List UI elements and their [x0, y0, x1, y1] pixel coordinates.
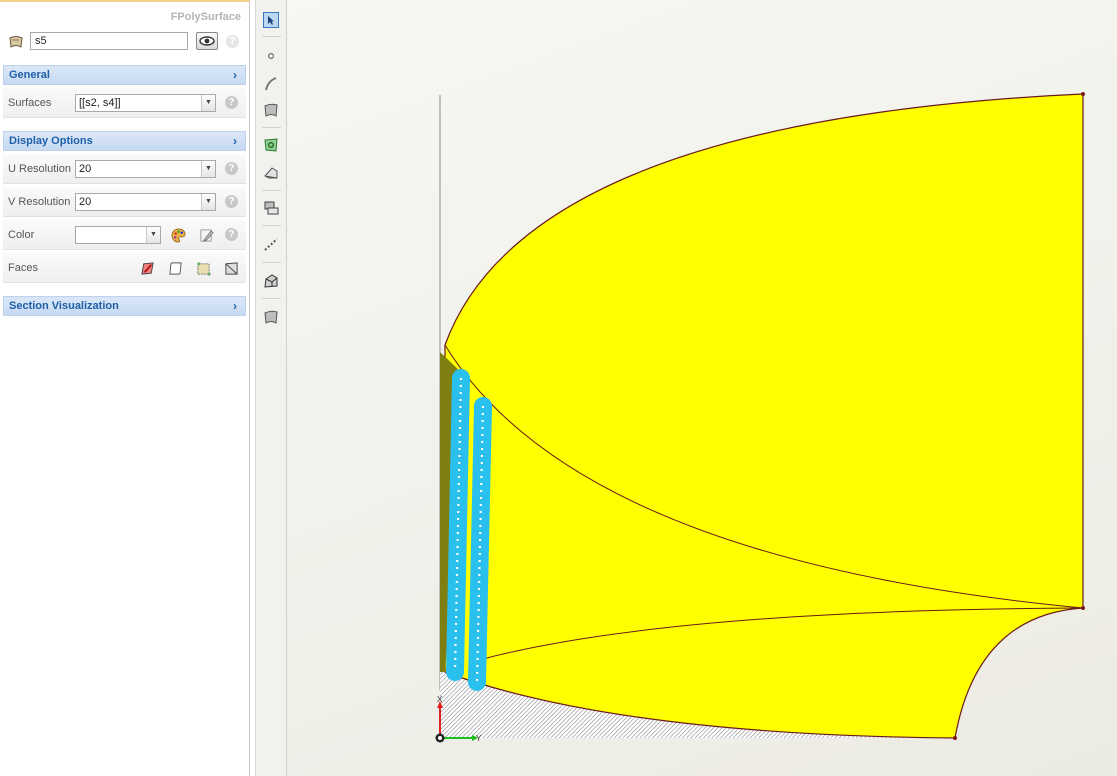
polysurface-icon — [9, 36, 23, 48]
vertical-toolbar — [255, 0, 287, 776]
help-icon[interactable]: ? — [226, 35, 239, 48]
dropdown-arrow-icon[interactable]: ▼ — [201, 161, 215, 177]
help-icon[interactable]: ? — [225, 96, 238, 109]
color-palette-icon[interactable] — [171, 228, 186, 243]
extrude-surface-icon[interactable] — [263, 165, 279, 181]
axis-x-label: X — [437, 695, 443, 704]
face-split-icon[interactable] — [224, 261, 239, 276]
object-name-input[interactable]: s5 — [30, 32, 188, 50]
vertex[interactable] — [953, 736, 957, 740]
surfaces-label: Surfaces — [8, 97, 52, 109]
viewport-canvas: X Y — [435, 92, 1085, 743]
toolbar-separator — [262, 298, 281, 299]
vertex[interactable] — [1081, 92, 1085, 96]
dropdown-arrow-icon[interactable]: ▼ — [146, 227, 160, 243]
toolbar-separator — [262, 262, 281, 263]
3d-viewport[interactable]: X Y — [287, 0, 1117, 776]
section-line-right[interactable] — [468, 397, 492, 691]
v-resolution-value: 20 — [79, 196, 92, 208]
section-general-title: General — [9, 69, 50, 81]
face-outline-icon[interactable] — [168, 261, 183, 276]
toolbar-separator — [262, 36, 281, 37]
select-arrow-icon[interactable] — [263, 12, 279, 28]
section-general[interactable]: General › — [3, 65, 246, 85]
section-section-visualization[interactable]: Section Visualization › — [3, 296, 246, 316]
yellow-surface[interactable] — [444, 93, 1084, 739]
surfaces-value: [[s2, s4]] — [79, 97, 121, 109]
property-panel: FPolySurface s5 ? General › Surfaces [[s… — [0, 0, 250, 776]
object-type-label: FPolySurface — [170, 11, 241, 23]
object-name-row: s5 ? — [8, 32, 244, 52]
dashed-line-icon[interactable] — [263, 236, 279, 252]
v-resolution-label: V Resolution — [8, 196, 71, 208]
dropdown-arrow-icon[interactable]: ▼ — [201, 194, 215, 210]
axis-y-label: Y — [476, 734, 482, 743]
section-section-visualization-title: Section Visualization — [9, 300, 119, 312]
visibility-toggle-button[interactable] — [196, 32, 218, 50]
patch-surface-icon[interactable] — [263, 309, 279, 325]
face-color-icon[interactable] — [140, 261, 155, 276]
color-label: Color — [8, 229, 35, 241]
edit-pencil-icon[interactable] — [199, 228, 214, 243]
property-row-faces: Faces — [3, 253, 246, 283]
polysurface-icon[interactable] — [263, 200, 279, 216]
property-row-surfaces: Surfaces [[s2, s4]] ▼ ? — [3, 88, 246, 118]
surface-from-points-icon[interactable] — [263, 137, 279, 153]
point-icon[interactable] — [263, 48, 279, 64]
color-combo[interactable]: ▼ — [75, 226, 161, 244]
property-row-u-resolution: U Resolution 20 ▼ ? — [3, 154, 246, 184]
dropdown-arrow-icon[interactable]: ▼ — [201, 95, 215, 111]
chevron-right-icon: › — [233, 68, 237, 82]
v-resolution-combo[interactable]: 20 ▼ — [75, 193, 216, 211]
toolbar-separator — [262, 127, 281, 128]
section-display-options-title: Display Options — [9, 135, 93, 147]
vertex[interactable] — [1081, 606, 1085, 610]
curve-icon[interactable] — [263, 76, 279, 92]
toolbar-separator — [262, 225, 281, 226]
toolbar-separator — [262, 190, 281, 191]
u-resolution-label: U Resolution — [8, 163, 71, 175]
section-display-options[interactable]: Display Options › — [3, 131, 246, 151]
u-resolution-combo[interactable]: 20 ▼ — [75, 160, 216, 178]
property-row-v-resolution: V Resolution 20 ▼ ? — [3, 187, 246, 217]
shaded-solid-icon[interactable] — [263, 273, 279, 289]
section-line-left[interactable] — [446, 369, 470, 681]
faces-label: Faces — [8, 262, 38, 274]
help-icon[interactable]: ? — [225, 228, 238, 241]
property-row-color: Color ▼ ? — [3, 220, 246, 250]
surfaces-combo[interactable]: [[s2, s4]] ▼ — [75, 94, 216, 112]
eye-icon — [199, 36, 215, 46]
chevron-right-icon: › — [233, 299, 237, 313]
help-icon[interactable]: ? — [225, 195, 238, 208]
face-dotted-icon[interactable] — [196, 261, 211, 276]
help-icon[interactable]: ? — [225, 162, 238, 175]
chevron-right-icon: › — [233, 134, 237, 148]
surface-icon[interactable] — [263, 102, 279, 118]
u-resolution-value: 20 — [79, 163, 92, 175]
